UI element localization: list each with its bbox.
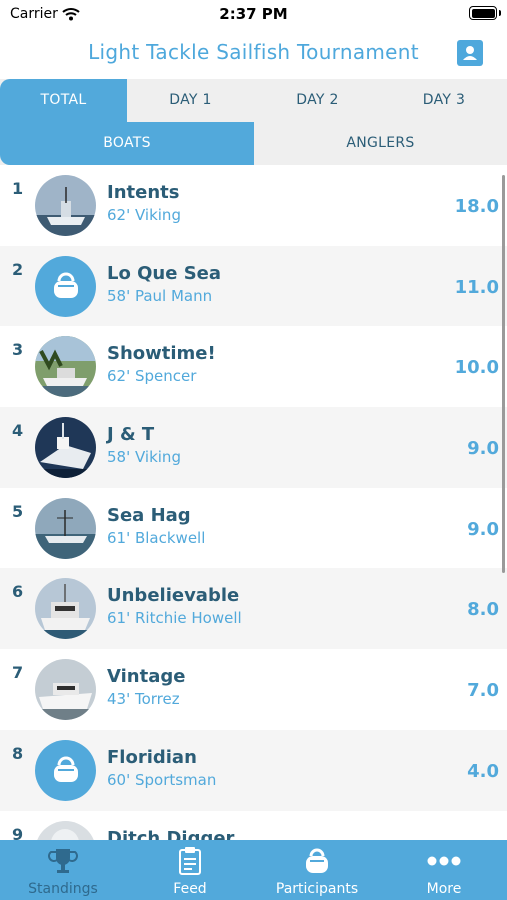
tab-feed[interactable]: Feed — [127, 840, 253, 900]
boat-name: Intents — [107, 182, 180, 203]
boat-model: 61' Blackwell — [107, 528, 206, 547]
boat-photo — [35, 336, 96, 398]
boat-icon — [306, 848, 328, 873]
header: Light Tackle Sailfish Tournament — [0, 30, 507, 78]
tab-standings-label: Standings — [28, 881, 98, 897]
boat-model: 61' Ritchie Howell — [107, 609, 242, 628]
boat-score: 9.0 — [467, 518, 499, 540]
profile-button[interactable] — [457, 40, 483, 66]
standings-row[interactable]: 9 Ditch Digger — [0, 811, 507, 841]
tab-participants[interactable]: Participants — [254, 840, 380, 900]
boat-score: 7.0 — [467, 680, 499, 702]
rank-number: 8 — [12, 743, 24, 763]
filter-tabs: TOTAL DAY 1 DAY 2 DAY 3 BOATS ANGLERS — [0, 79, 507, 165]
tab-standings[interactable]: Standings — [0, 840, 126, 900]
tab-feed-label: Feed — [173, 881, 207, 897]
standings-row[interactable]: 6 Unbelievable 61' Ritchie Howell 8.0 — [0, 568, 507, 650]
boat-photo — [35, 417, 96, 479]
boat-name: Floridian — [107, 746, 197, 768]
rank-number: 5 — [12, 501, 24, 521]
standings-row[interactable]: 8 Floridian 60' Sportsman 4.0 — [0, 729, 507, 811]
boat-model: 62' Spencer — [107, 367, 197, 386]
tab-boats[interactable]: BOATS — [0, 122, 254, 165]
boat-score: 9.0 — [467, 438, 499, 460]
rank-number: 2 — [12, 259, 24, 279]
standings-row[interactable]: 5 Sea Hag 61' Blackwell 9.0 — [0, 488, 507, 569]
boat-name: Ditch Digger — [107, 827, 235, 841]
boat-score: 8.0 — [467, 599, 499, 621]
standings-row[interactable]: 1 Intents 62' Viking 18.0 — [0, 165, 507, 246]
rank-number: 7 — [12, 663, 24, 683]
standings-row[interactable]: 3 Showtime! 62' Spencer 10.0 — [0, 326, 507, 407]
boat-name: Showtime! — [107, 343, 216, 365]
clipboard-icon — [179, 847, 201, 875]
boat-model: 58' Viking — [107, 448, 181, 467]
boat-name: J & T — [107, 424, 155, 446]
boat-name: Vintage — [107, 666, 186, 688]
tab-day-1[interactable]: DAY 1 — [127, 79, 254, 122]
rank-number: 6 — [12, 582, 24, 602]
bottom-tab-bar: Standings Feed Participants More — [0, 840, 507, 900]
scroll-indicator[interactable] — [502, 175, 505, 573]
page-title: Light Tackle Sailfish Tournament — [88, 40, 419, 64]
boat-score: 18.0 — [454, 196, 499, 217]
boat-name: Unbelievable — [107, 585, 240, 607]
boat-photo — [35, 497, 96, 559]
rank-number: 1 — [12, 179, 24, 198]
boat-photo — [35, 820, 96, 840]
standings-list[interactable]: 1 Intents 62' Viking 18.0 2 Lo Que Sea 5… — [0, 165, 507, 840]
status-bar: Carrier 2:37 PM — [0, 0, 507, 30]
more-dots-icon — [427, 856, 461, 866]
standings-row[interactable]: 2 Lo Que Sea 58' Paul Mann 11.0 — [0, 245, 507, 327]
battery-icon — [469, 6, 501, 20]
tab-day-2[interactable]: DAY 2 — [254, 79, 381, 122]
tab-anglers[interactable]: ANGLERS — [254, 122, 507, 165]
boat-score: 10.0 — [454, 357, 499, 379]
rank-number: 4 — [12, 421, 24, 441]
boat-photo — [35, 578, 96, 640]
boat-model: 60' Sportsman — [107, 770, 217, 789]
tab-more-label: More — [426, 881, 462, 897]
standings-row[interactable]: 7 Vintage 43' Torrez 7.0 — [0, 649, 507, 730]
boat-model: 62' Viking — [107, 206, 181, 224]
boat-name: Lo Que Sea — [107, 262, 222, 284]
person-card-icon — [463, 46, 477, 60]
tab-total[interactable]: TOTAL — [0, 79, 127, 122]
tab-day-3[interactable]: DAY 3 — [381, 79, 507, 122]
boat-score: 11.0 — [454, 276, 499, 298]
tab-participants-label: Participants — [275, 881, 359, 897]
trophy-icon — [48, 849, 78, 873]
clock: 2:37 PM — [219, 5, 288, 23]
generic-boat-icon — [35, 255, 96, 317]
boat-name: Sea Hag — [107, 504, 191, 526]
boat-model: 58' Paul Mann — [107, 286, 213, 305]
standings-row[interactable]: 4 J & T 58' Viking 9.0 — [0, 407, 507, 488]
rank-number: 3 — [12, 340, 24, 360]
boat-photo — [35, 659, 96, 721]
boat-photo — [35, 175, 96, 236]
boat-model: 43' Torrez — [107, 690, 180, 709]
generic-boat-icon — [35, 739, 96, 801]
tab-more[interactable]: More — [381, 840, 507, 900]
rank-number: 9 — [12, 824, 24, 841]
boat-score: 4.0 — [467, 760, 499, 782]
